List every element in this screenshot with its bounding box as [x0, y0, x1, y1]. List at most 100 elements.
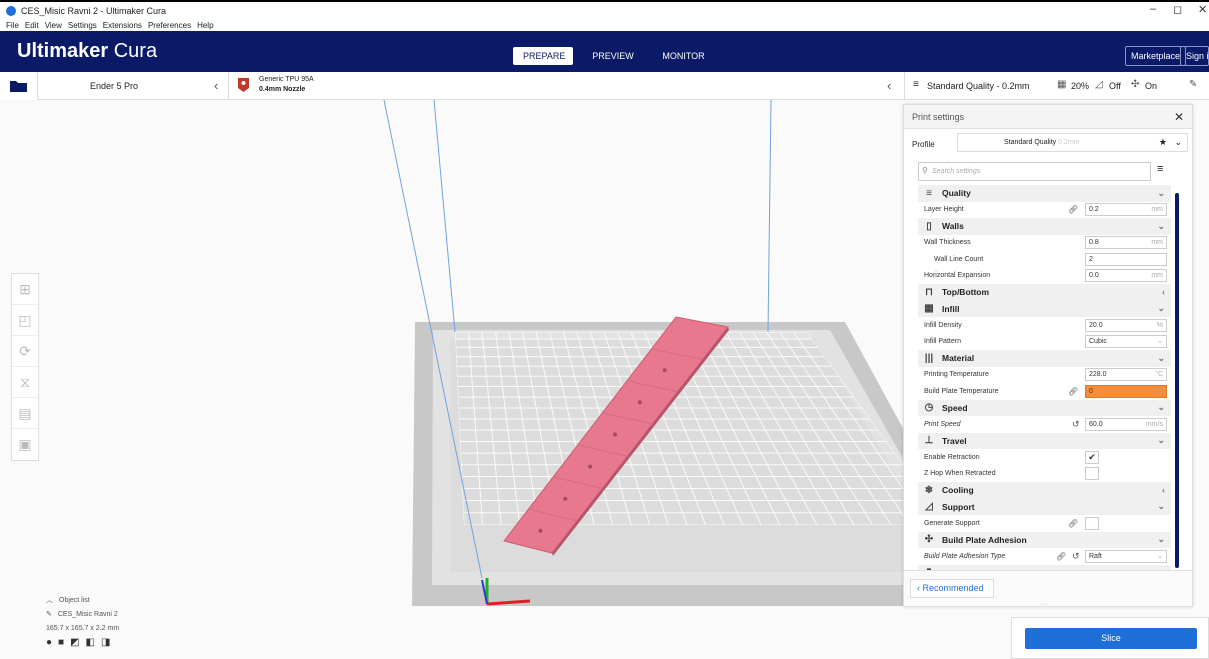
setting-category[interactable]: ⊥ Travel ⌄ — [918, 432, 1171, 449]
model-hole — [613, 432, 617, 437]
setting-checkbox[interactable] — [1085, 467, 1099, 481]
setting-value-field[interactable]: 0.8 mm — [1085, 236, 1167, 250]
tab-monitor[interactable]: MONITOR — [656, 47, 711, 65]
menu-preferences[interactable]: Preferences — [148, 21, 191, 30]
setting-row: Generate Support 🔗︎ — [918, 515, 1171, 532]
view-front-icon[interactable]: ■ — [58, 637, 70, 648]
scale-tool-icon[interactable]: ◰ — [12, 305, 38, 336]
chevron-icon: ‹ — [1162, 485, 1165, 496]
setting-value-field[interactable]: 2 — [1085, 252, 1167, 266]
setting-value-field[interactable]: 0.0 mm — [1085, 269, 1167, 283]
setting-category[interactable]: ||| Material ⌄ — [918, 350, 1171, 367]
resize-handle-icon[interactable]: ··· — [1041, 601, 1048, 608]
link-icon[interactable]: 🔗︎ — [1068, 205, 1078, 214]
category-label: Cooling — [942, 485, 974, 496]
close-window-button[interactable]: ✕ — [1198, 3, 1207, 16]
link-icon[interactable]: 🔗︎ — [1068, 387, 1078, 396]
machine-collapse-icon[interactable]: ‹ — [214, 78, 218, 93]
category-label: Material — [942, 353, 975, 364]
material-spool-icon — [238, 78, 249, 92]
chevron-icon: ⌄ — [1157, 352, 1165, 363]
view-buttons[interactable]: ● ■ ◩ ◧ ◨ — [46, 635, 119, 649]
window-title: CES_Misic Ravni 2 - Ultimaker Cura — [21, 5, 167, 16]
tab-prepare[interactable]: PREPARE — [513, 47, 573, 65]
settings-scrollbar[interactable] — [1175, 193, 1179, 568]
menu-view[interactable]: View — [45, 21, 62, 30]
mirror-tool-icon[interactable]: ⧖ — [12, 367, 38, 398]
move-tool-icon[interactable]: ⊞ — [12, 274, 38, 305]
reset-icon[interactable]: ↺ — [1072, 551, 1080, 562]
setting-label: Wall Thickness — [924, 239, 971, 247]
setting-value-field[interactable]: Cubic ⌄ — [1085, 335, 1167, 349]
adhesion-icon: ✣ — [1131, 79, 1140, 90]
recommended-button[interactable]: ‹ Recommended — [910, 579, 994, 598]
slice-box: Slice — [1011, 617, 1209, 659]
window-titlebar: CES_Misic Ravni 2 - Ultimaker Cura – ◻ ✕ — [0, 0, 1209, 19]
setting-row: Build Plate Temperature 🔗︎ 0 °C — [918, 383, 1171, 400]
panel-header: Print settings ✕ — [904, 105, 1192, 129]
setting-checkbox[interactable] — [1085, 516, 1099, 530]
menu-extensions[interactable]: Extensions — [103, 21, 142, 30]
setting-value-field[interactable]: 0 °C — [1085, 384, 1167, 398]
tab-preview[interactable]: PREVIEW — [588, 47, 638, 65]
setting-row: Wall Thickness 0.8 mm — [918, 235, 1171, 252]
infill-summary: 20% — [1071, 81, 1090, 91]
support-blocker-icon[interactable]: ▣ — [12, 429, 38, 460]
menu-file[interactable]: File — [6, 21, 19, 30]
menu-settings[interactable]: Settings — [68, 21, 97, 30]
setting-value-field[interactable]: 228.0 °C — [1085, 368, 1167, 382]
edit-pencil-icon[interactable]: ✎ — [1189, 79, 1197, 90]
menu-edit[interactable]: Edit — [25, 21, 39, 30]
search-input[interactable]: ⚲ Search settings — [918, 162, 1151, 181]
setting-category[interactable]: ❄ Cooling ‹ — [918, 482, 1171, 499]
infill-icon: ▦ — [1057, 79, 1067, 90]
link-icon[interactable]: 🔗︎ — [1056, 552, 1066, 561]
setting-category[interactable]: ▯ Walls ⌄ — [918, 218, 1171, 235]
object-tools: ⊞ ◰ ⟳ ⧖ ▤ ▣ — [11, 273, 39, 461]
rotate-tool-icon[interactable]: ⟳ — [12, 336, 38, 367]
machine-selector[interactable]: Ender 5 Pro ‹ — [38, 72, 228, 100]
profile-dropdown[interactable]: Standard Quality 0.2mm ★ ⌄ — [957, 133, 1188, 152]
setting-category[interactable]: ▦ Infill ⌄ — [918, 300, 1171, 317]
favorite-star-icon[interactable]: ★ — [1159, 134, 1167, 151]
model-hole — [637, 400, 642, 405]
maximize-button[interactable]: ◻ — [1173, 3, 1182, 16]
object-list-toggle[interactable]: ︿ Object list — [46, 593, 119, 607]
support-icon: ◿ — [1095, 79, 1103, 90]
view-top-icon[interactable]: ◩ — [70, 637, 85, 648]
sign-in-button[interactable]: Sign in — [1180, 46, 1209, 66]
setting-row: Print Speed ↺ 60.0 mm/s — [918, 416, 1171, 433]
minimize-button[interactable]: – — [1150, 3, 1156, 15]
slice-button[interactable]: Slice — [1025, 628, 1197, 649]
view-left-icon[interactable]: ◧ — [86, 637, 101, 648]
close-panel-icon[interactable]: ✕ — [1174, 110, 1184, 124]
setting-category[interactable]: ◿ Support ⌄ — [918, 498, 1171, 515]
menu-help[interactable]: Help — [197, 21, 213, 30]
setting-category[interactable]: ◷ Speed ⌄ — [918, 399, 1171, 416]
setting-category[interactable]: ≡ Quality ⌄ — [918, 185, 1171, 202]
material-collapse-icon[interactable]: ‹ — [887, 78, 891, 93]
setting-value-field[interactable]: 20.0% — [1085, 318, 1167, 332]
reset-icon[interactable]: ↺ — [1072, 419, 1080, 430]
setting-category[interactable]: ⊓ Top/Bottom ‹ — [918, 284, 1171, 301]
category-label: Support — [942, 501, 975, 512]
setting-value-field[interactable]: 0.2 mm — [1085, 203, 1167, 217]
settings-menu-icon[interactable]: ≡ — [1157, 163, 1163, 175]
open-file-button[interactable] — [0, 72, 38, 100]
link-icon[interactable]: 🔗︎ — [1068, 519, 1078, 528]
setting-value-field[interactable]: Raft ⌄ — [1085, 549, 1167, 563]
support-summary: Off — [1109, 81, 1121, 91]
per-model-settings-icon[interactable]: ▤ — [12, 398, 38, 429]
print-setup-summary[interactable]: ≡ Standard Quality - 0.2mm ▦ 20% ◿ Off ✣… — [904, 72, 1209, 100]
setting-value-field[interactable]: 60.0 mm/s — [1085, 417, 1167, 431]
view-3d-icon[interactable]: ● — [46, 637, 58, 648]
category-icon: ◷ — [924, 402, 934, 414]
setting-checkbox[interactable]: ✔ — [1085, 450, 1099, 464]
marketplace-button[interactable]: Marketplace — [1125, 46, 1187, 66]
material-selector[interactable]: Generic TPU 95A 0.4mm Nozzle ‹ — [228, 72, 904, 100]
machine-name: Ender 5 Pro — [90, 81, 139, 91]
setting-category[interactable]: ✣ Build Plate Adhesion ⌄ — [918, 531, 1171, 548]
view-right-icon[interactable]: ◨ — [101, 637, 116, 648]
pencil-icon: ✎ — [46, 611, 52, 618]
build-volume-edge — [767, 100, 772, 333]
